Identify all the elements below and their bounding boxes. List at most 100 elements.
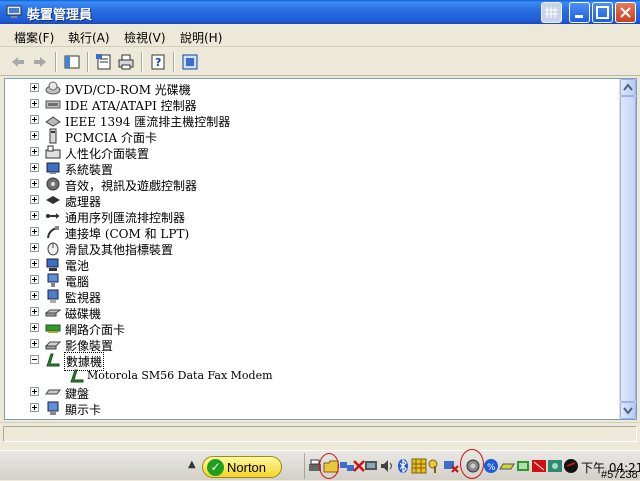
scan-hardware-icon[interactable] <box>180 52 200 72</box>
back-arrow-icon[interactable] <box>8 52 28 72</box>
expand-icon[interactable] <box>30 195 39 204</box>
expand-icon[interactable] <box>30 275 39 284</box>
tree-item-label: 磁碟機 <box>65 307 102 321</box>
title-bar[interactable]: 裝置管理員 <box>0 0 640 24</box>
expand-icon[interactable] <box>30 403 39 412</box>
toolbar-separator <box>173 52 175 72</box>
expand-icon[interactable] <box>30 387 39 396</box>
status-bar <box>0 422 640 444</box>
system-device-icon <box>46 162 60 174</box>
toolbar-separator <box>87 52 89 72</box>
mouse-icon <box>47 242 59 256</box>
menu-file[interactable]: 檔案(F) <box>14 29 54 46</box>
close-icon <box>620 7 631 18</box>
volume-tray-icon[interactable] <box>379 458 395 474</box>
device-tree[interactable]: DVD/CD-ROM 光碟機 IDE ATA/ATAPI 控制器 IEEE 13… <box>4 78 637 420</box>
window-title: 裝置管理員 <box>27 8 93 23</box>
close-button[interactable] <box>615 2 636 23</box>
tree-item-label: 滑鼠及其他指標裝置 <box>65 243 174 257</box>
tree-item-label: 處理器 <box>65 195 102 209</box>
tree-item-label: 連接埠 (COM 和 LPT) <box>65 227 190 241</box>
maximize-icon <box>596 6 609 19</box>
menu-view[interactable]: 檢視(V) <box>124 29 166 46</box>
expand-icon[interactable] <box>30 323 39 332</box>
keyboard-icon <box>45 389 61 395</box>
monitor-icon <box>47 289 59 303</box>
device-manager-icon <box>6 5 22 18</box>
tree-item-label: 鍵盤 <box>65 387 90 401</box>
processor-icon <box>46 196 60 204</box>
expand-icon[interactable] <box>30 99 39 108</box>
menu-bar: 檔案(F) 執行(A) 檢視(V) 說明(H) <box>0 24 640 47</box>
tree-item-label: 人性化介面裝置 <box>65 147 150 161</box>
chevron-down-icon <box>623 407 633 415</box>
display-tray-icon[interactable] <box>363 458 379 474</box>
scroll-thumb[interactable] <box>620 96 636 402</box>
display-adapter-icon <box>47 401 59 415</box>
toolbar-separator <box>141 52 143 72</box>
pc-card-tray-icon[interactable] <box>515 458 531 474</box>
chevron-up-icon[interactable]: ▲ <box>188 459 196 470</box>
keyboard-tray-icon[interactable] <box>499 458 515 474</box>
ieee1394-icon <box>45 116 61 127</box>
help-button[interactable] <box>541 2 562 23</box>
tree-item-label: 監視器 <box>65 291 102 305</box>
port-icon <box>47 226 59 239</box>
battery-icon <box>46 258 59 271</box>
tree-item-label: 系統裝置 <box>65 163 114 177</box>
expand-icon[interactable] <box>30 211 39 220</box>
maximize-button[interactable] <box>592 2 613 23</box>
tree-item-label: 網路介面卡 <box>65 323 126 337</box>
hardware-tray-icon[interactable] <box>547 458 563 474</box>
security-key-tray-icon[interactable] <box>427 458 443 474</box>
print-icon[interactable] <box>116 52 136 72</box>
expand-icon[interactable] <box>30 163 39 172</box>
expand-icon[interactable] <box>30 291 39 300</box>
properties-icon[interactable] <box>94 52 114 72</box>
grid-icon <box>545 7 558 18</box>
status-pane <box>3 426 637 442</box>
wireless-tray-icon[interactable]: % <box>483 458 499 474</box>
expand-icon[interactable] <box>30 227 39 236</box>
expand-icon[interactable] <box>30 339 39 348</box>
menu-help[interactable]: 說明(H) <box>180 29 222 46</box>
menu-action[interactable]: 執行(A) <box>68 29 110 46</box>
tree-item-label: DVD/CD-ROM 光碟機 <box>65 83 191 97</box>
expand-icon[interactable] <box>30 307 39 316</box>
ide-controller-icon <box>45 100 61 109</box>
checkmark-icon: ✓ <box>207 459 224 476</box>
toolbar-separator <box>55 52 57 72</box>
tree-item-label: 顯示卡 <box>65 403 102 417</box>
help-topics-icon[interactable]: ? <box>148 52 168 72</box>
taskbar: ▲ ✓ Norton % 下午 04:21 #57238 <box>0 449 640 481</box>
tree-item-label: Motorola SM56 Data Fax Modem <box>87 369 273 382</box>
norton-button[interactable]: ✓ Norton <box>202 456 282 478</box>
pcmcia-icon <box>49 128 57 144</box>
vertical-scrollbar[interactable] <box>619 79 636 419</box>
expand-icon[interactable] <box>30 131 39 140</box>
modem-icon <box>46 353 60 367</box>
norton-label: Norton <box>227 460 267 475</box>
alert-tray-icon[interactable] <box>531 458 547 474</box>
grid-tray-icon[interactable] <box>411 458 427 474</box>
expand-icon[interactable] <box>30 115 39 124</box>
network-disconnected-tray-icon[interactable] <box>443 458 459 474</box>
show-hide-tree-icon[interactable] <box>62 52 82 72</box>
imaging-device-icon <box>45 341 61 350</box>
svg-text:?: ? <box>155 56 161 69</box>
expand-icon[interactable] <box>30 83 39 92</box>
scroll-down-button[interactable] <box>620 402 636 419</box>
expand-icon[interactable] <box>30 243 39 252</box>
forward-arrow-icon[interactable] <box>30 52 50 72</box>
hid-icon <box>45 145 61 159</box>
bluetooth-tray-icon[interactable] <box>395 458 411 474</box>
expand-icon[interactable] <box>30 179 39 188</box>
expand-icon[interactable] <box>30 259 39 268</box>
collapse-icon[interactable] <box>30 355 39 364</box>
computer-icon <box>47 273 59 287</box>
expand-icon[interactable] <box>30 147 39 156</box>
antivirus-tray-icon[interactable] <box>563 458 579 474</box>
minimize-button[interactable] <box>569 2 590 23</box>
scroll-up-button[interactable] <box>620 79 636 96</box>
annotation-circle <box>460 449 484 479</box>
